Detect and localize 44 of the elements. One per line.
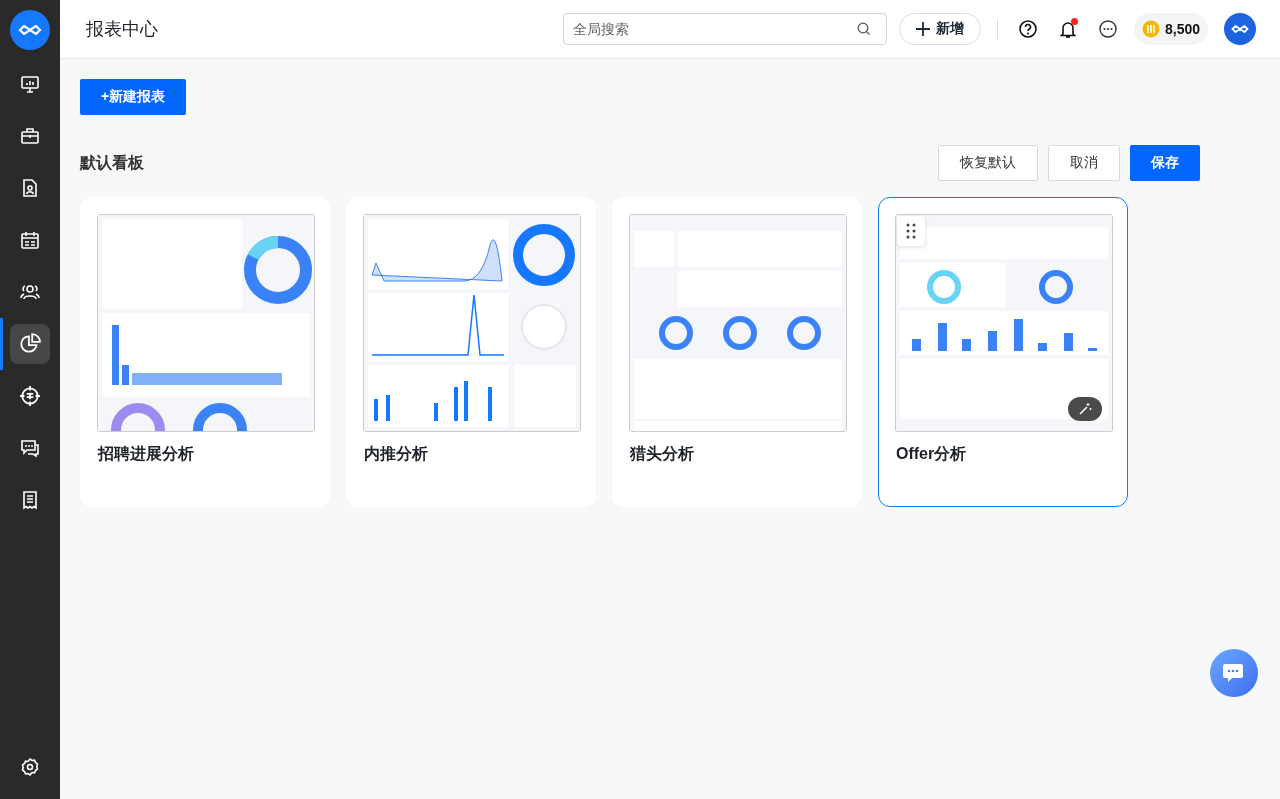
card-title: 内推分析	[364, 444, 429, 464]
people-icon	[20, 282, 40, 302]
coin-balance[interactable]: 8,500	[1133, 13, 1208, 45]
coin-count: 8,500	[1164, 21, 1200, 37]
action-button[interactable]: 恢复默认	[938, 145, 1038, 181]
bell-icon	[1057, 19, 1078, 39]
card-title: 招聘进展分析	[98, 444, 195, 464]
report-card[interactable]: 内推分析	[346, 197, 596, 507]
magic-wand-icon	[1078, 402, 1092, 416]
more-icon	[1097, 19, 1118, 39]
drag-handle[interactable]	[897, 216, 925, 246]
coin-icon	[1141, 20, 1160, 38]
grip-icon	[906, 223, 916, 239]
page-title: 报表中心	[86, 18, 158, 41]
card-title: Offer分析	[896, 444, 968, 464]
infinity-icon	[1231, 25, 1249, 33]
briefcase-icon	[20, 126, 40, 146]
chat-bubbles-icon	[20, 438, 40, 458]
pie-chart-icon	[19, 333, 41, 355]
action-button[interactable]: 取消	[1048, 145, 1120, 181]
save-button[interactable]: 保存	[1130, 145, 1200, 181]
board-title: 默认看板	[80, 152, 144, 173]
plus-icon	[915, 22, 930, 36]
card-title: 猎头分析	[630, 444, 695, 464]
monitor-chart-icon	[20, 74, 40, 94]
search-icon	[856, 22, 871, 36]
document-person-icon	[20, 178, 40, 198]
crosshair-icon	[19, 385, 41, 407]
chat-button[interactable]	[1210, 649, 1258, 697]
settings-icon	[20, 757, 40, 777]
chat-bubble-icon	[1222, 662, 1246, 684]
report-card[interactable]: 猎头分析	[612, 197, 862, 507]
infinity-icon	[18, 25, 42, 35]
search-field[interactable]: 全局搜索	[562, 13, 887, 45]
app-logo[interactable]	[10, 10, 50, 50]
report-card[interactable]: Offer分析	[878, 197, 1128, 507]
nav-item[interactable]	[10, 324, 50, 364]
new-report-button[interactable]: +新建报表	[80, 79, 187, 115]
help-icon	[1017, 19, 1038, 39]
avatar[interactable]	[1224, 13, 1256, 45]
calendar-icon	[20, 230, 40, 250]
report-card[interactable]: 招聘进展分析	[80, 197, 330, 507]
add-button[interactable]: 新增	[898, 13, 981, 45]
receipt-icon	[20, 490, 40, 510]
